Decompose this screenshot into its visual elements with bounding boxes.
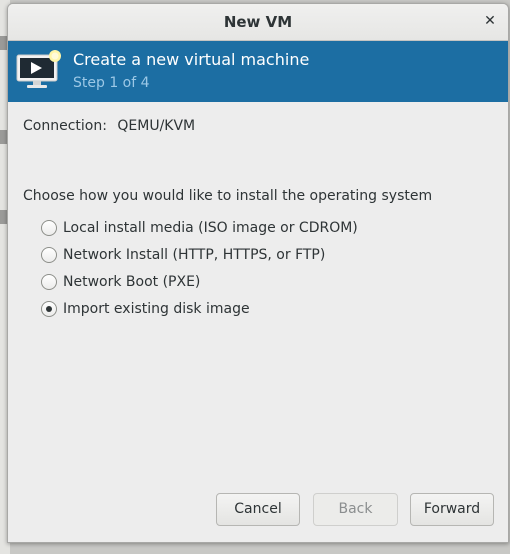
radio-button[interactable] (41, 220, 57, 236)
radio-network-boot[interactable]: Network Boot (PXE) (41, 272, 200, 292)
screen: New VM ✕ Create a new virtual machine St… (0, 0, 510, 554)
back-button[interactable]: Back (313, 493, 398, 526)
radio-button[interactable] (41, 274, 57, 290)
install-method-question: Choose how you would like to install the… (23, 188, 433, 204)
connection-value: QEMU/KVM (117, 118, 196, 134)
wizard-title: Create a new virtual machine (73, 50, 310, 69)
monitor-play-icon (16, 50, 61, 88)
radio-label: Network Install (HTTP, HTTPS, or FTP) (63, 247, 326, 263)
window-title: New VM (223, 13, 293, 31)
wizard-step: Step 1 of 4 (73, 75, 150, 91)
connection-label: Connection: (23, 118, 107, 134)
radio-import-disk-image[interactable]: Import existing disk image (41, 299, 250, 319)
close-icon: ✕ (484, 13, 496, 29)
connection-row: Connection: QEMU/KVM (23, 118, 195, 134)
forward-button[interactable]: Forward (410, 493, 494, 526)
radio-label: Network Boot (PXE) (63, 274, 201, 290)
radio-local-install-media[interactable]: Local install media (ISO image or CDROM) (41, 218, 358, 238)
title-bar: New VM ✕ (8, 4, 508, 41)
wizard-content: Connection: QEMU/KVM Choose how you woul… (8, 102, 508, 542)
cancel-button[interactable]: Cancel (216, 493, 300, 526)
radio-label: Import existing disk image (63, 301, 250, 317)
radio-network-install[interactable]: Network Install (HTTP, HTTPS, or FTP) (41, 245, 325, 265)
close-button[interactable]: ✕ (480, 11, 500, 31)
radio-button[interactable] (41, 247, 57, 263)
wizard-header: Create a new virtual machine Step 1 of 4 (8, 41, 508, 102)
radio-button-selected[interactable] (41, 301, 57, 317)
new-vm-dialog: New VM ✕ Create a new virtual machine St… (7, 3, 509, 543)
radio-label: Local install media (ISO image or CDROM) (63, 220, 358, 236)
